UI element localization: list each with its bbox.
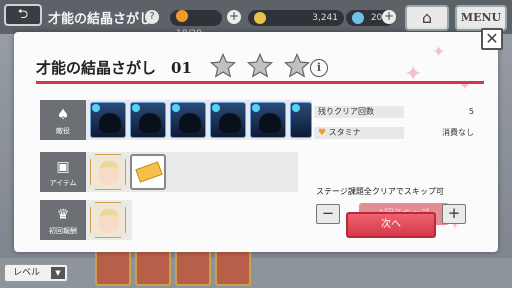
enemy-label-text: 敵役	[56, 127, 70, 135]
background-character-card	[215, 246, 251, 286]
title-divider	[36, 81, 484, 84]
enemy-card[interactable]	[210, 102, 246, 138]
chest-icon: ▣	[56, 159, 70, 175]
back-button[interactable]: ⮌	[4, 4, 42, 26]
character-reward[interactable]	[90, 202, 126, 238]
first-clear-row: ♛ 初回報酬	[40, 200, 132, 240]
remaining-clears-value: 5	[468, 107, 474, 116]
coin-counter: 3,241	[248, 10, 344, 26]
gem-icon	[352, 12, 364, 24]
background-character-card	[175, 246, 211, 286]
background-character-card	[95, 246, 131, 286]
help-icon[interactable]: ?	[145, 10, 159, 24]
dialog-title: 才能の結晶さがし 01	[36, 59, 192, 77]
heart-icon: ♥	[318, 128, 327, 138]
level-sort-select[interactable]: レベル ▼	[4, 264, 68, 282]
enemy-icon: ♠	[56, 107, 70, 123]
stamina-cost-label-text: スタミナ	[328, 128, 361, 137]
star-icon	[284, 52, 311, 78]
top-bar: ⮌ 才能の結晶さがし ? 18/20 + 3,241 200 + ⌂ MENU	[0, 0, 512, 39]
screen-title: 才能の結晶さがし	[48, 12, 153, 27]
coin-icon	[254, 12, 266, 24]
star-icon	[247, 52, 274, 78]
enemy-row: ♠ 敵役	[40, 100, 312, 140]
background-character-card	[135, 246, 171, 286]
level-label: レベル	[13, 268, 41, 278]
add-stamina-button[interactable]: +	[227, 10, 241, 24]
item-label-text: アイテム	[49, 179, 77, 187]
star-icon	[209, 52, 237, 78]
character-item[interactable]	[90, 154, 126, 190]
ticket-item[interactable]	[130, 154, 166, 190]
first-clear-label-text: 初回報酬	[49, 227, 77, 235]
enemy-card[interactable]	[130, 102, 166, 138]
bottom-bar	[0, 258, 512, 288]
stamina-cost-value: 消費なし	[442, 128, 474, 137]
item-row-label: ▣ アイテム	[40, 152, 86, 192]
item-row: ▣ アイテム	[40, 152, 298, 192]
star-rating	[209, 52, 315, 84]
enemy-card[interactable]	[250, 102, 286, 138]
stamina-counter: 18/20	[170, 10, 222, 39]
increase-skip-button[interactable]: +	[442, 204, 466, 224]
remaining-clears-label: 残りクリア回数	[314, 106, 404, 118]
enemy-card[interactable]	[290, 102, 312, 138]
heart-icon	[176, 10, 188, 22]
add-gem-button[interactable]: +	[382, 10, 396, 24]
stamina-cost-row: ♥ スタミナ 消費なし	[314, 127, 474, 141]
enemy-card[interactable]	[90, 102, 126, 138]
home-icon: ⌂	[421, 8, 433, 27]
sparkle-decoration: ✦	[432, 42, 446, 61]
remaining-clears-row: 残りクリア回数 5	[314, 106, 474, 120]
skip-condition-note: ステージ課題全クリアでスキップ可	[316, 187, 444, 196]
next-button[interactable]: 次へ	[346, 212, 436, 238]
chevron-down-icon: ▼	[51, 267, 65, 279]
close-button[interactable]: ✕	[481, 28, 503, 50]
enemy-card[interactable]	[170, 102, 206, 138]
stamina-cost-label: ♥ スタミナ	[314, 127, 404, 139]
trophy-icon: ♛	[56, 207, 70, 223]
first-clear-row-label: ♛ 初回報酬	[40, 200, 86, 240]
home-button[interactable]: ⌂	[405, 5, 449, 31]
enemy-row-label: ♠ 敵役	[40, 100, 86, 140]
decrease-skip-button[interactable]: −	[316, 204, 340, 224]
info-icon[interactable]: i	[310, 59, 328, 77]
ticket-icon	[135, 161, 163, 183]
close-icon: ✕	[485, 29, 499, 48]
coin-value: 3,241	[312, 13, 338, 23]
